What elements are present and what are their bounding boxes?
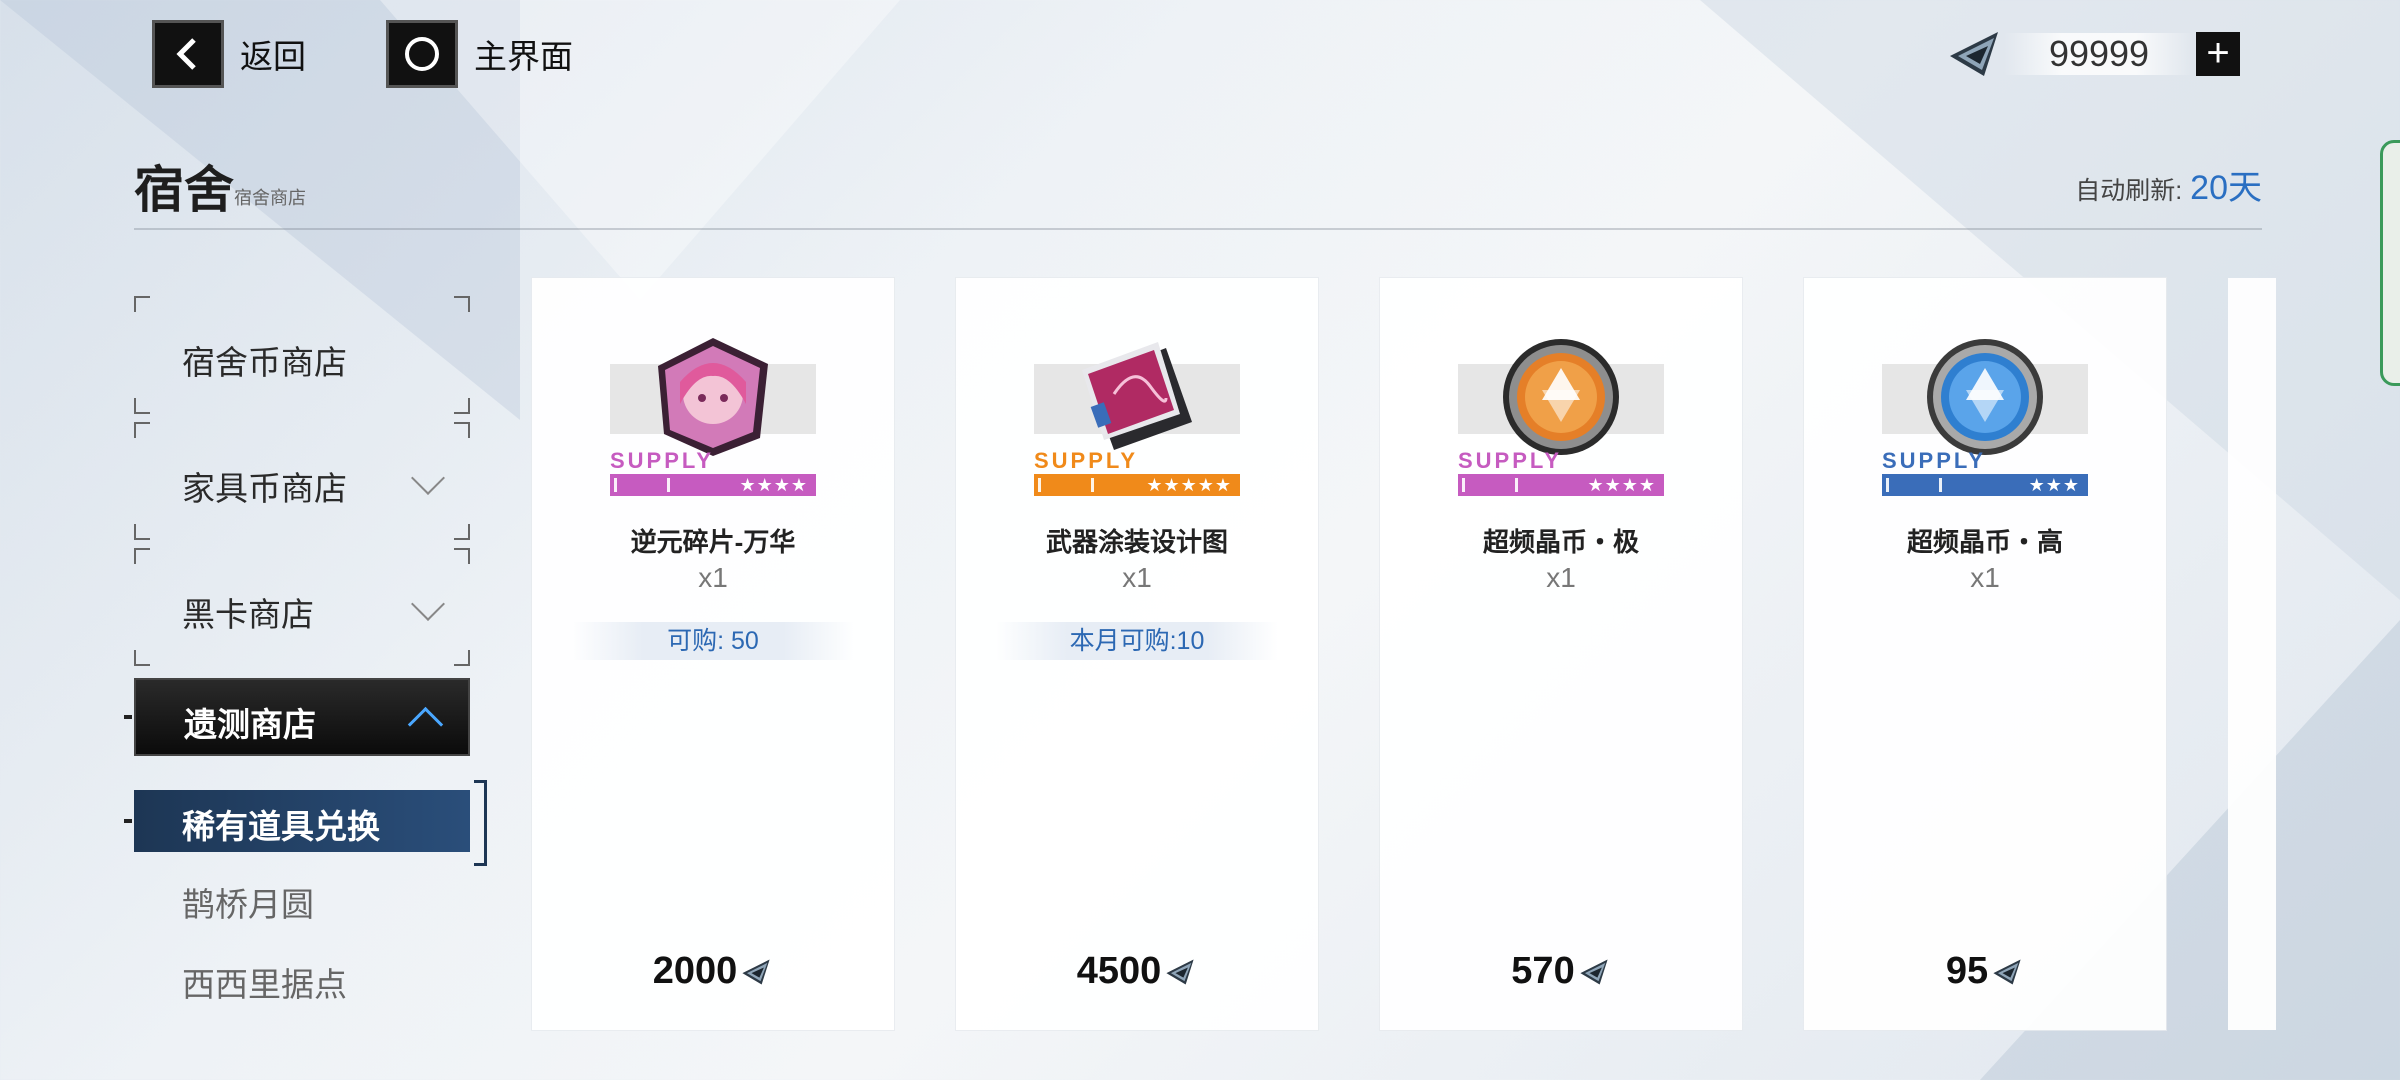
rarity-bar: ★★★★ [1458, 474, 1664, 496]
menu-item-black-card-shop[interactable]: 黑卡商店 [134, 548, 470, 666]
rarity-bar-segment [614, 478, 670, 492]
chevron-up-icon [407, 706, 444, 743]
selection-tick [124, 819, 132, 823]
item-quantity: x1 [1970, 562, 2000, 593]
corner-bracket [454, 398, 470, 414]
corner-bracket [454, 296, 470, 312]
item-quantity: x1 [698, 562, 728, 593]
back-button[interactable]: 返回 [152, 20, 306, 88]
currency-value: 99999 [2004, 33, 2194, 75]
corner-bracket [454, 650, 470, 666]
rarity-stars: ★★★★★ [1146, 474, 1232, 495]
price-value: 2000 [652, 950, 738, 992]
auto-refresh-value: 20天 [2190, 169, 2262, 207]
rarity-stars: ★★★★ [739, 474, 808, 495]
orange-coin-icon [1503, 339, 1619, 455]
corner-bracket [134, 650, 150, 666]
crystal-currency-icon [742, 959, 770, 984]
home-circle-icon [386, 20, 458, 88]
item-price: 4500 [956, 950, 1318, 993]
currency-display: 99999 + [1944, 26, 2240, 82]
rarity-bar: ★★★ [1882, 474, 2088, 496]
add-currency-button[interactable]: + [2196, 32, 2240, 76]
supply-label: SUPPLY [1882, 448, 1987, 473]
side-panel-handle[interactable] [2380, 140, 2400, 386]
back-arrow-icon [152, 20, 224, 88]
corner-bracket [454, 548, 470, 564]
supply-label: SUPPLY [1034, 448, 1139, 473]
purchase-limit: 可购: 50 [572, 622, 854, 660]
price-value: 4500 [1076, 950, 1162, 992]
shop-item-card-partial[interactable] [2228, 278, 2276, 1030]
item-price: 2000 [532, 950, 894, 993]
price-value: 95 [1945, 950, 1989, 992]
corner-bracket [134, 398, 150, 414]
corner-bracket [454, 524, 470, 540]
rarity-bar: ★★★★ [610, 474, 816, 496]
corner-bracket [134, 296, 150, 312]
item-name: 超频晶币・极 [1482, 527, 1639, 557]
item-name: 逆元碎片-万华 [630, 527, 796, 557]
back-label: 返回 [240, 38, 306, 75]
supply-label: SUPPLY [1458, 448, 1563, 473]
price-value: 570 [1511, 950, 1575, 992]
blue-coin-icon [1927, 339, 2043, 455]
shop-item-card[interactable]: SUPPLY ★★★★ 逆元碎片-万华 x1 可购: 50 2000 [532, 278, 894, 1030]
crystal-currency-icon [1993, 959, 2021, 984]
menu-item-label: 宿舍币商店 [182, 344, 347, 381]
home-label: 主界面 [474, 38, 573, 75]
corner-bracket [134, 524, 150, 540]
shop-item-card[interactable]: SUPPLY ★★★ 超频晶币・高 x1 95 [1804, 278, 2166, 1030]
auto-refresh: 自动刷新: 20天 [2075, 160, 2262, 209]
submenu-item-label: 稀有道具兑换 [182, 808, 380, 845]
home-button[interactable]: 主界面 [386, 20, 573, 88]
corner-bracket [454, 422, 470, 438]
shop-item-card[interactable]: SUPPLY ★★★★★ 武器涂装设计图 x1 本月可购:10 4500 [956, 278, 1318, 1030]
rarity-stars: ★★★★ [1587, 474, 1656, 495]
page-title: 宿舍 [134, 162, 234, 218]
submenu-item[interactable]: 鹊桥月圆 [182, 878, 314, 926]
supply-label: SUPPLY [610, 448, 715, 473]
crystal-currency-icon [1580, 959, 1608, 984]
item-quantity: x1 [1122, 562, 1152, 593]
rarity-bar-segment [1038, 478, 1094, 492]
menu-item-furniture-coin-shop[interactable]: 家具币商店 [134, 422, 470, 540]
chevron-down-icon [411, 587, 445, 621]
blueprint-icon [1082, 342, 1192, 450]
shop-item-card[interactable]: SUPPLY ★★★★ 超频晶币・极 x1 570 [1380, 278, 1742, 1030]
page-subtitle: 宿舍商店 [234, 188, 306, 208]
rarity-stars: ★★★ [2028, 474, 2080, 495]
menu-item-label: 黑卡商店 [182, 596, 314, 633]
menu-item-active-label: 遗测商店 [184, 706, 316, 743]
menu-item-active[interactable]: 遗测商店 [134, 678, 470, 756]
auto-refresh-label: 自动刷新: [2075, 177, 2183, 205]
item-name: 超频晶币・高 [1906, 527, 2063, 557]
rarity-bar: ★★★★★ [1034, 474, 1240, 496]
rarity-bar-segment [1886, 478, 1942, 492]
rarity-bar-segment [1462, 478, 1518, 492]
item-price: 95 [1804, 950, 2166, 993]
corner-bracket [134, 422, 150, 438]
character-fragment-icon [658, 338, 768, 456]
submenu-item-active[interactable]: 稀有道具兑换 [134, 790, 470, 852]
submenu-selection-bracket [474, 780, 487, 866]
crystal-currency-icon [1950, 32, 1998, 76]
menu-item-label: 家具币商店 [182, 470, 347, 507]
submenu-item[interactable]: 西西里据点 [182, 958, 347, 1006]
crystal-currency-icon [1166, 959, 1194, 984]
menu-item-dorm-coin-shop[interactable]: 宿舍币商店 [134, 296, 470, 414]
selection-tick [124, 715, 132, 719]
item-quantity: x1 [1546, 562, 1576, 593]
item-name: 武器涂装设计图 [1045, 527, 1228, 557]
chevron-down-icon [411, 461, 445, 495]
purchase-limit: 本月可购:10 [996, 622, 1278, 660]
header-divider [134, 228, 2262, 230]
corner-bracket [134, 548, 150, 564]
item-price: 570 [1380, 950, 1742, 993]
